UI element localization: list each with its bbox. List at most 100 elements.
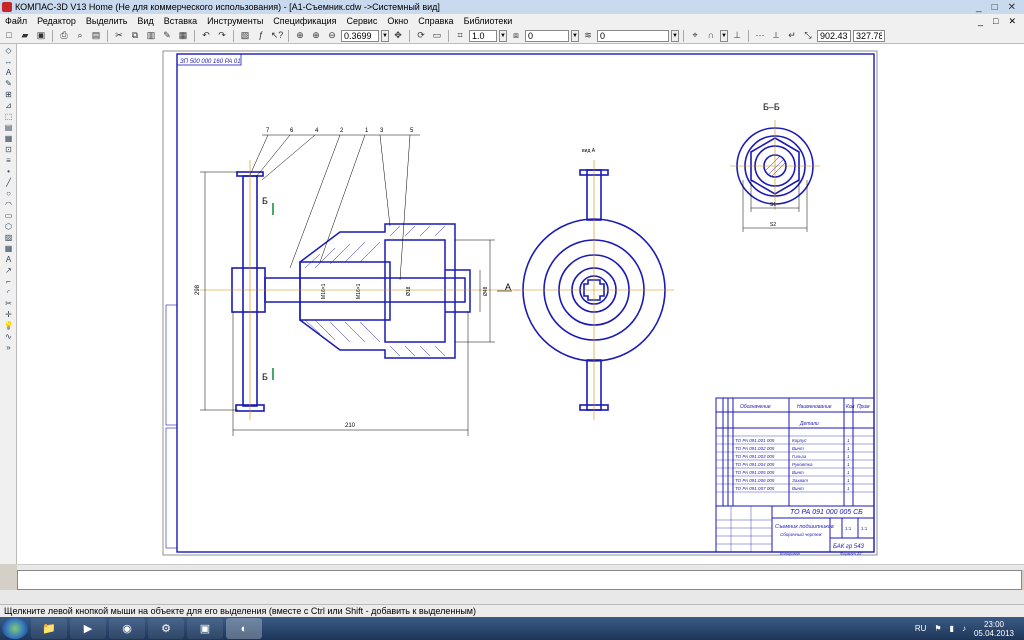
point-icon[interactable]: • bbox=[3, 167, 14, 176]
polygon-icon[interactable]: ⬡ bbox=[3, 222, 14, 231]
taskbar-chrome[interactable]: ◉ bbox=[109, 618, 145, 639]
pan-icon[interactable]: ✥ bbox=[391, 29, 405, 42]
coordinate-system-icon[interactable]: ⟂ bbox=[769, 29, 783, 42]
circle-icon[interactable]: ○ bbox=[3, 189, 14, 198]
hatch-icon[interactable]: ▨ bbox=[3, 233, 14, 242]
ortho-icon[interactable]: ⊥ bbox=[730, 29, 744, 42]
grid-icon[interactable]: ⋯ bbox=[753, 29, 767, 42]
fillet-icon[interactable]: ◜ bbox=[3, 288, 14, 297]
print-icon[interactable]: ⎙ bbox=[57, 29, 71, 42]
spline-icon[interactable]: ∿ bbox=[3, 332, 14, 341]
taskbar-app-5[interactable]: ▣ bbox=[187, 618, 223, 639]
cut-icon[interactable]: ✂ bbox=[112, 29, 126, 42]
library-manager-icon[interactable]: ▧ bbox=[238, 29, 252, 42]
doc-minimize-button[interactable]: _ bbox=[978, 16, 983, 27]
menu-file[interactable]: Файл bbox=[0, 16, 32, 26]
dimensions-icon[interactable]: ↔ bbox=[3, 57, 14, 66]
function-icon[interactable]: ƒ bbox=[254, 29, 268, 42]
start-button[interactable] bbox=[2, 618, 28, 639]
text-icon[interactable]: A bbox=[3, 255, 14, 264]
zoom-input[interactable] bbox=[341, 29, 379, 42]
step-input[interactable] bbox=[469, 29, 497, 42]
help-pointer-icon[interactable]: ↖? bbox=[270, 29, 284, 42]
properties-panel[interactable] bbox=[17, 570, 1022, 590]
menu-editor[interactable]: Редактор bbox=[32, 16, 81, 26]
style-input[interactable] bbox=[597, 29, 669, 42]
leader-icon[interactable]: ↗ bbox=[3, 266, 14, 275]
clock[interactable]: 23:00 05.04.2013 bbox=[974, 620, 1014, 638]
layer-dropdown-icon[interactable]: ▼ bbox=[571, 29, 579, 42]
taskbar-media-player[interactable]: ▶ bbox=[70, 618, 106, 639]
arc-icon[interactable]: ◠ bbox=[3, 200, 14, 209]
chamfer-icon[interactable]: ⌐ bbox=[3, 277, 14, 286]
maximize-button[interactable]: □ bbox=[992, 2, 998, 13]
zoom-in-icon[interactable]: ⊕ bbox=[309, 29, 323, 42]
style-icon[interactable]: ≋ bbox=[581, 29, 595, 42]
line-icon[interactable]: ╱ bbox=[3, 178, 14, 187]
minimize-button[interactable]: _ bbox=[976, 2, 982, 13]
zoom-window-icon[interactable]: ⊕ bbox=[293, 29, 307, 42]
properties-icon[interactable]: ✎ bbox=[160, 29, 174, 42]
measure-icon[interactable]: ⊿ bbox=[3, 101, 14, 110]
coord-x-input[interactable] bbox=[817, 29, 851, 42]
new-document-icon[interactable]: □ bbox=[2, 29, 16, 42]
zoom-dropdown-icon[interactable]: ▼ bbox=[381, 29, 389, 42]
more-tools-icon[interactable]: » bbox=[3, 343, 14, 352]
menu-tools[interactable]: Инструменты bbox=[202, 16, 268, 26]
edit-icon[interactable]: ✎ bbox=[3, 79, 14, 88]
taskbar-app-4[interactable]: ⚙ bbox=[148, 618, 184, 639]
refresh-icon[interactable]: ⟳ bbox=[414, 29, 428, 42]
insert-icon[interactable]: ⊡ bbox=[3, 145, 14, 154]
taskbar-explorer[interactable]: 📁 bbox=[31, 618, 67, 639]
coord-y-input[interactable] bbox=[853, 29, 885, 42]
step-dropdown-icon[interactable]: ▼ bbox=[499, 29, 507, 42]
language-indicator[interactable]: RU bbox=[915, 624, 927, 633]
style-dropdown-icon[interactable]: ▼ bbox=[671, 29, 679, 42]
menu-service[interactable]: Сервис bbox=[342, 16, 383, 26]
open-folder-icon[interactable]: ▰ bbox=[18, 29, 32, 42]
reports-icon[interactable]: ▦ bbox=[3, 134, 14, 143]
parametrization-icon[interactable]: ⊞ bbox=[3, 90, 14, 99]
drawing-canvas[interactable]: ЗП 500 000 160 РА 01 Б Б 7 6 4 2 1 3 5 2… bbox=[17, 44, 1024, 564]
rectangle-icon[interactable]: ▭ bbox=[3, 211, 14, 220]
grid-step-icon[interactable]: ⌗ bbox=[453, 29, 467, 42]
fit-page-icon[interactable]: ▭ bbox=[430, 29, 444, 42]
variables-icon[interactable]: ▦ bbox=[176, 29, 190, 42]
undo-icon[interactable]: ↶ bbox=[199, 29, 213, 42]
taskbar-kompas[interactable]: ◐ bbox=[226, 618, 262, 639]
doc-restore-button[interactable]: □ bbox=[993, 16, 998, 27]
paste-icon[interactable]: ▥ bbox=[144, 29, 158, 42]
snap-dropdown-icon[interactable]: ▼ bbox=[720, 29, 728, 42]
spec-icon[interactable]: ▤ bbox=[3, 123, 14, 132]
layer-icon[interactable]: ⧈ bbox=[509, 29, 523, 42]
layers-icon[interactable]: ≡ bbox=[3, 156, 14, 165]
menu-view[interactable]: Вид bbox=[132, 16, 158, 26]
doc-close-button[interactable]: ✕ bbox=[1008, 16, 1016, 27]
copy-icon[interactable]: ⧉ bbox=[128, 29, 142, 42]
select-icon[interactable]: ⬚ bbox=[3, 112, 14, 121]
manager-icon[interactable]: ▤ bbox=[89, 29, 103, 42]
save-icon[interactable]: ▣ bbox=[34, 29, 48, 42]
designations-icon[interactable]: A bbox=[3, 68, 14, 77]
flag-icon[interactable]: ⚑ bbox=[934, 624, 941, 633]
snap-point-icon[interactable]: ✛ bbox=[3, 310, 14, 319]
geometry-icon[interactable]: ◇ bbox=[3, 46, 14, 55]
magnet-icon[interactable]: ∩ bbox=[704, 29, 718, 42]
menu-insert[interactable]: Вставка bbox=[159, 16, 202, 26]
zoom-out-icon[interactable]: ⊖ bbox=[325, 29, 339, 42]
layer-input[interactable] bbox=[525, 29, 569, 42]
close-button[interactable]: ✕ bbox=[1008, 2, 1016, 13]
menu-specification[interactable]: Спецификация bbox=[268, 16, 341, 26]
preview-icon[interactable]: ⌕ bbox=[73, 29, 87, 42]
network-icon[interactable]: ▮ bbox=[950, 624, 954, 633]
bulb-icon[interactable]: 💡 bbox=[3, 321, 14, 330]
redo-icon[interactable]: ↷ bbox=[215, 29, 229, 42]
cursor-icon[interactable]: ⤡ bbox=[801, 29, 815, 42]
snap-icon[interactable]: ⌖ bbox=[688, 29, 702, 42]
menu-window[interactable]: Окно bbox=[382, 16, 413, 26]
menu-libraries[interactable]: Библиотеки bbox=[459, 16, 518, 26]
table-icon[interactable]: ▦ bbox=[3, 244, 14, 253]
volume-icon[interactable]: ♪ bbox=[962, 624, 966, 633]
rounding-icon[interactable]: ↵ bbox=[785, 29, 799, 42]
menu-help[interactable]: Справка bbox=[413, 16, 458, 26]
